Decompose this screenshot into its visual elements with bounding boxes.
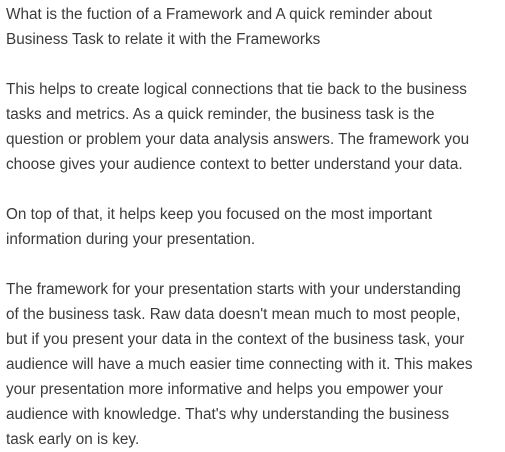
text-line: task early on is key. <box>6 431 140 448</box>
paragraph: On top of that, it helps keep you focuse… <box>6 202 497 252</box>
text-line: Business Task to relate it with the Fram… <box>6 31 321 48</box>
text-line: choose gives your audience context to be… <box>6 156 463 173</box>
text-line: of the business task. Raw data doesn't m… <box>6 306 461 323</box>
text-line: On top of that, it helps keep you focuse… <box>6 206 433 223</box>
text-line: What is the fuction of a Framework and A… <box>6 6 432 23</box>
text-line: information during your presentation. <box>6 231 256 248</box>
text-line: your presentation more informative and h… <box>6 381 444 398</box>
text-line: This helps to create logical connections… <box>6 81 467 98</box>
document-body: What is the fuction of a Framework and A… <box>0 0 497 452</box>
text-line: audience will have a much easier time co… <box>6 356 473 373</box>
text-line: tasks and metrics. As a quick reminder, … <box>6 106 435 123</box>
text-line: question or problem your data analysis a… <box>6 131 470 148</box>
paragraph: This helps to create logical connections… <box>6 77 497 177</box>
text-line: but if you present your data in the cont… <box>6 331 465 348</box>
question-heading: What is the fuction of a Framework and A… <box>6 2 497 52</box>
paragraph: The framework for your presentation star… <box>6 277 497 452</box>
text-line: The framework for your presentation star… <box>6 281 461 298</box>
text-line: audience with knowledge. That's why unde… <box>6 406 450 423</box>
